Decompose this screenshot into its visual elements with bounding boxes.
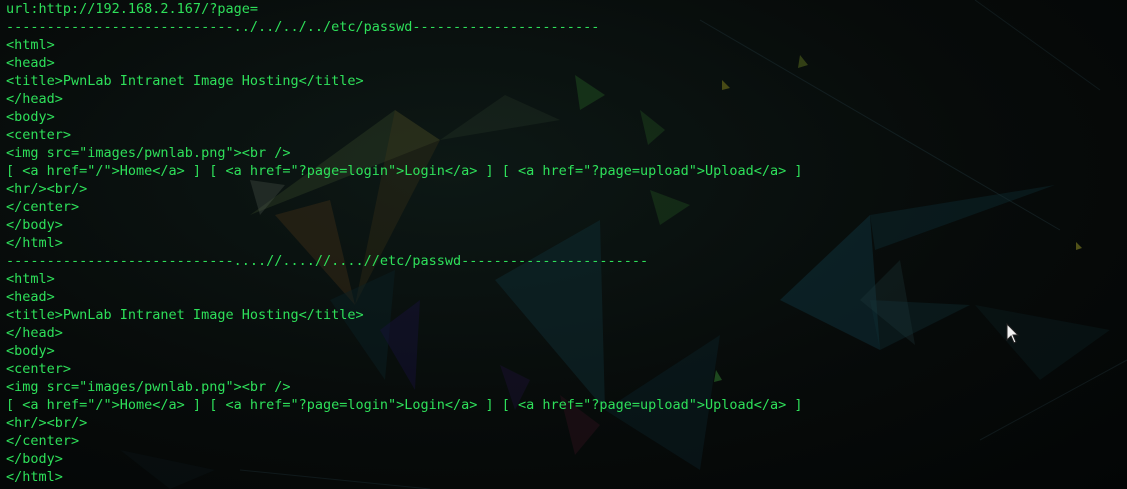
- output-line: <body>: [6, 109, 55, 125]
- output-line: <center>: [6, 361, 72, 377]
- terminal-output[interactable]: url:http://192.168.2.167/?page= --------…: [0, 0, 1127, 489]
- output-line: <hr/><br/>: [6, 181, 88, 197]
- output-line: <title>PwnLab Intranet Image Hosting</ti…: [6, 73, 364, 89]
- desktop: url:http://192.168.2.167/?page= --------…: [0, 0, 1127, 489]
- output-line: <body>: [6, 343, 55, 359]
- url-line: url:http://192.168.2.167/?page=: [6, 1, 258, 17]
- output-line: </head>: [6, 91, 63, 107]
- output-line: </body>: [6, 217, 63, 233]
- separator-line: ----------------------------....//....//…: [6, 253, 649, 269]
- output-line: <center>: [6, 127, 72, 143]
- output-line: <html>: [6, 271, 55, 287]
- mouse-pointer-icon: [1006, 323, 1020, 344]
- output-line: </body>: [6, 451, 63, 467]
- output-line: <img src="images/pwnlab.png"><br />: [6, 379, 291, 395]
- output-line: </center>: [6, 433, 80, 449]
- output-line: [ <a href="/">Home</a> ] [ <a href="?pag…: [6, 163, 803, 179]
- output-line: </html>: [6, 469, 63, 485]
- separator-line: ----------------------------../../../../…: [6, 19, 600, 35]
- output-line: [ <a href="/">Home</a> ] [ <a href="?pag…: [6, 397, 803, 413]
- output-line: <title>PwnLab Intranet Image Hosting</ti…: [6, 307, 364, 323]
- output-line: </html>: [6, 235, 63, 251]
- output-line: </center>: [6, 199, 80, 215]
- output-line: <hr/><br/>: [6, 415, 88, 431]
- output-line: <head>: [6, 55, 55, 71]
- output-line: </head>: [6, 325, 63, 341]
- output-line: <head>: [6, 289, 55, 305]
- output-line: <img src="images/pwnlab.png"><br />: [6, 145, 291, 161]
- output-line: <html>: [6, 37, 55, 53]
